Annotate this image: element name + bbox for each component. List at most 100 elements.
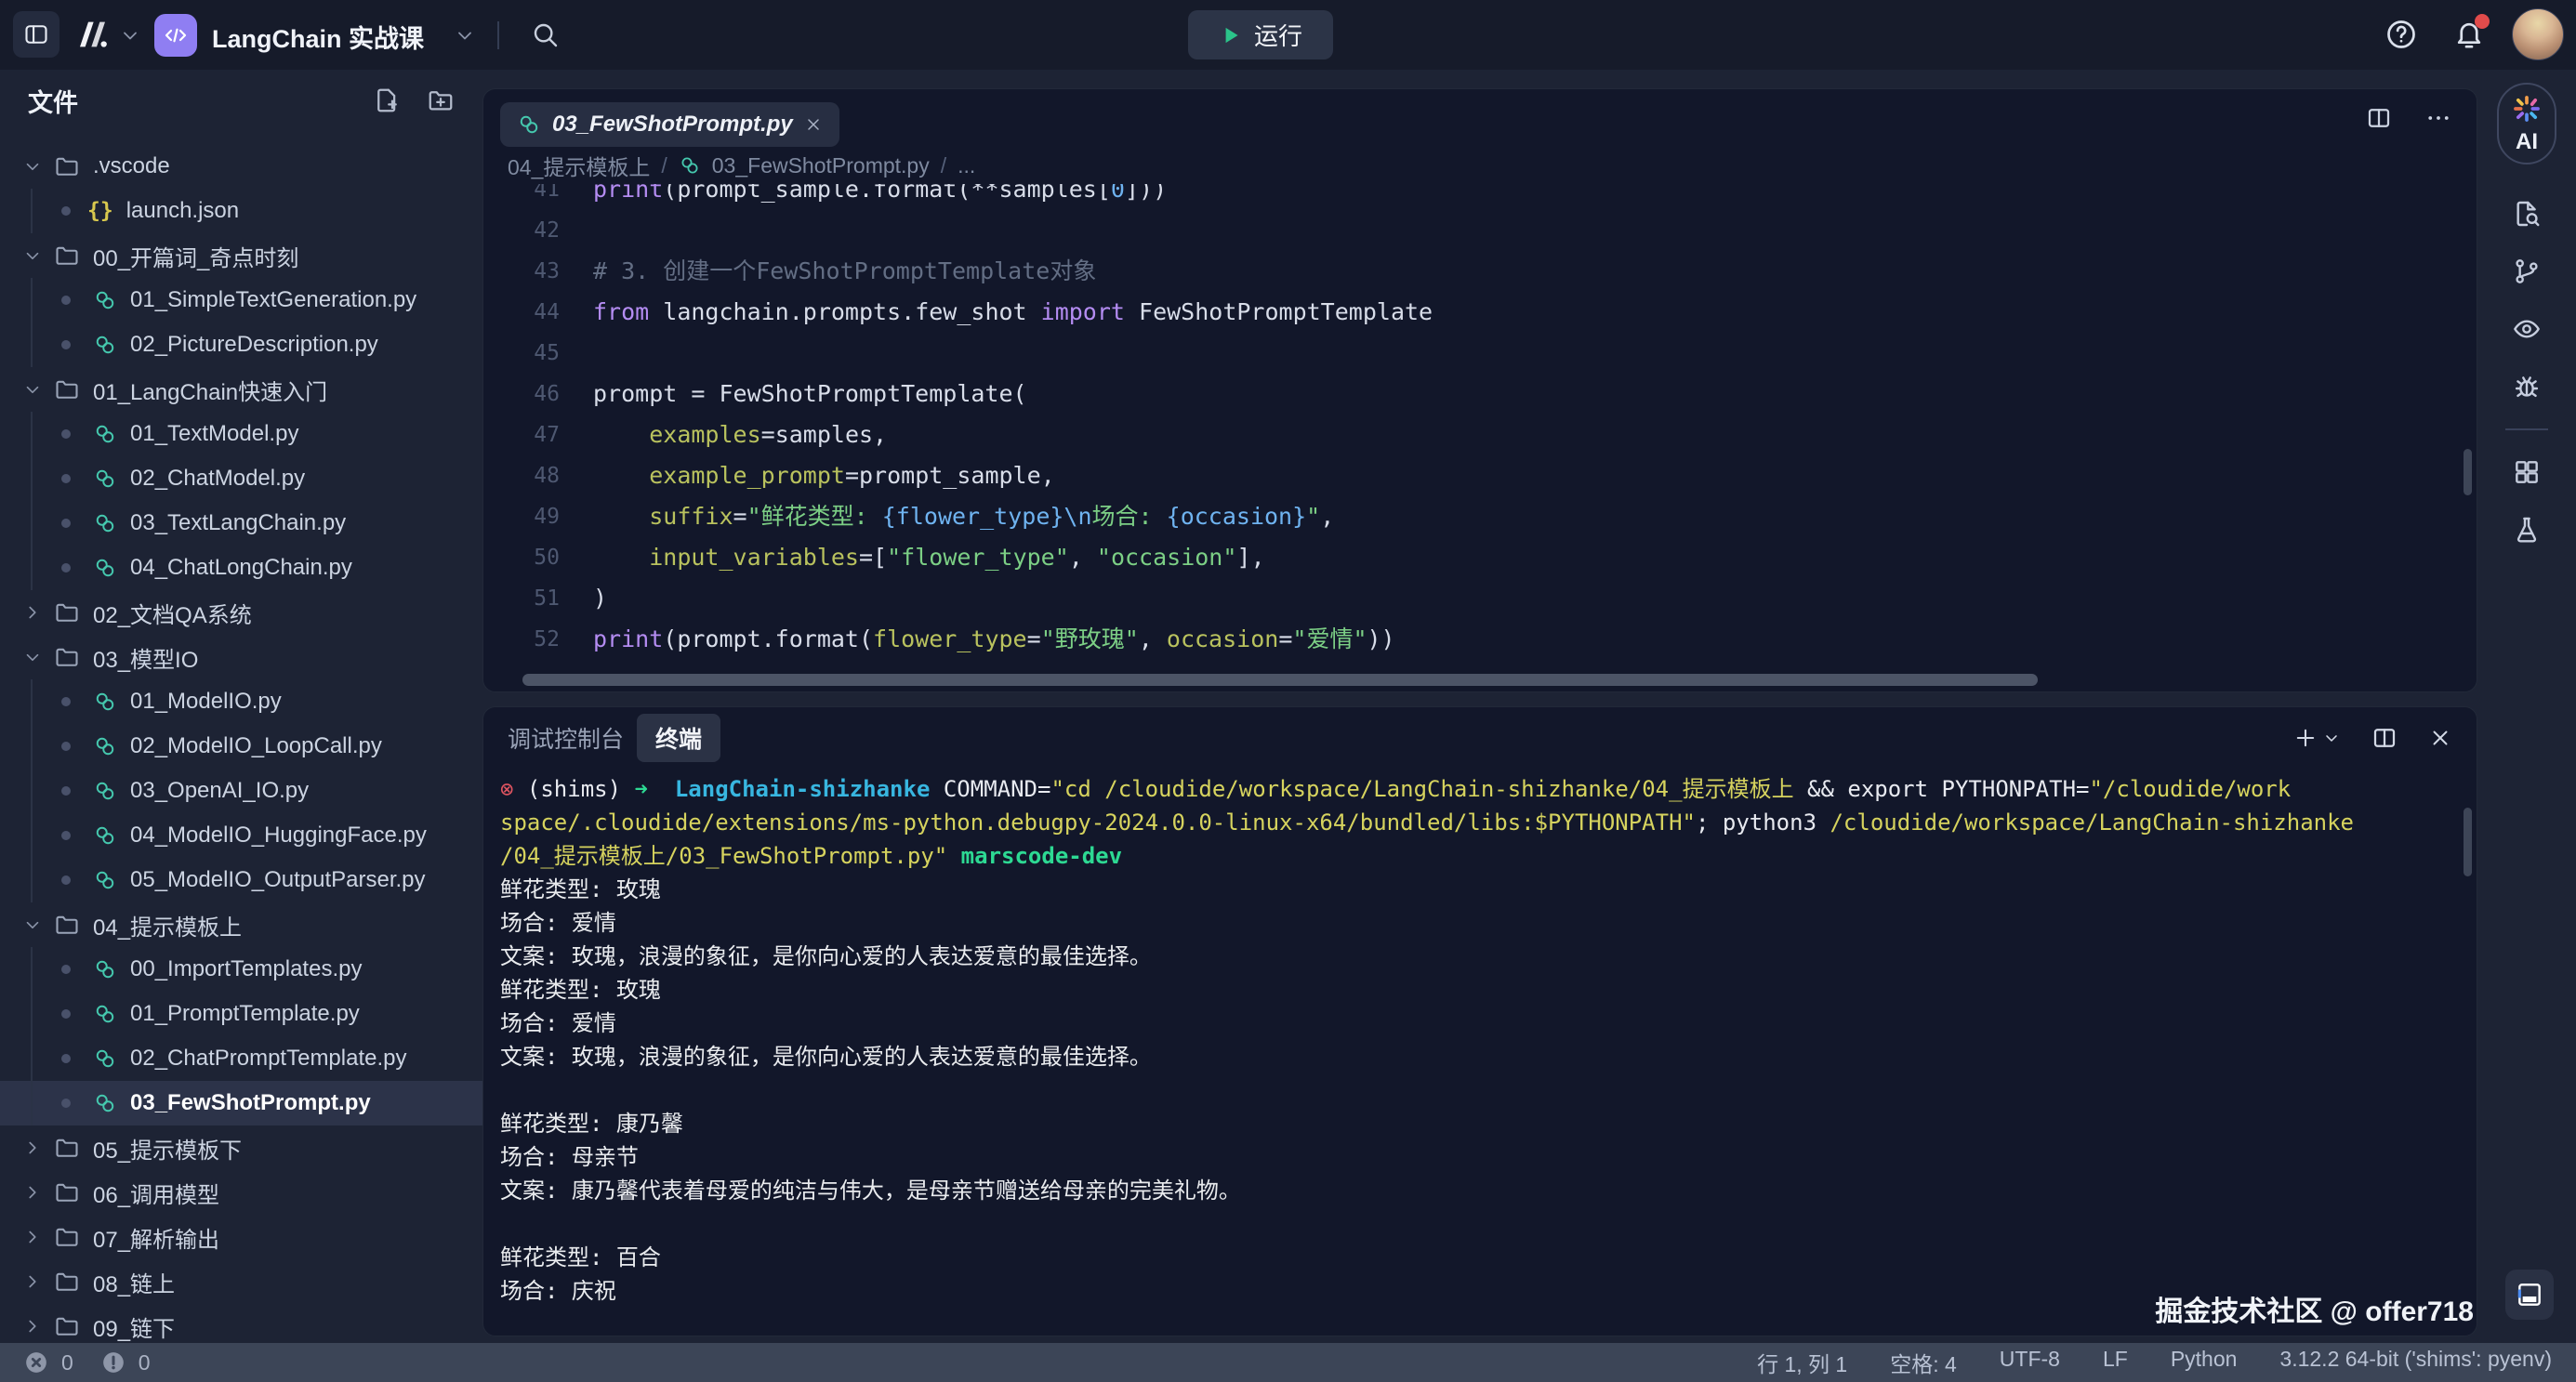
close-panel-icon[interactable] — [2428, 726, 2452, 750]
status-item[interactable]: Python — [2171, 1347, 2238, 1378]
breadcrumb-item[interactable]: ... — [958, 153, 975, 178]
code-line[interactable]: 51) — [483, 578, 2477, 619]
code-token: =samples, — [761, 415, 887, 455]
warnings-count[interactable]: 0 — [139, 1350, 151, 1375]
tree-file-row[interactable]: 03_OpenAI_IO.py — [0, 769, 482, 813]
code-line[interactable]: 48 example_prompt=prompt_sample, — [483, 455, 2477, 496]
terminal-vertical-scrollbar[interactable] — [2464, 808, 2472, 876]
logo-chevron-down-icon[interactable] — [119, 24, 141, 46]
split-terminal-icon[interactable] — [2371, 724, 2398, 752]
terminal-dropdown-chevron-icon[interactable] — [2322, 729, 2341, 747]
help-icon[interactable] — [2384, 18, 2418, 51]
status-item[interactable]: 空格: 4 — [1890, 1347, 1957, 1378]
tree-file-row[interactable]: 02_ChatPromptTemplate.py — [0, 1036, 482, 1081]
tree-folder-row[interactable]: 01_LangChain快速入门 — [0, 367, 482, 412]
tree-file-row[interactable]: 02_PictureDescription.py — [0, 322, 482, 367]
more-actions-icon[interactable] — [2424, 104, 2452, 132]
code-line[interactable]: 49 suffix="鲜花类型: {flower_type}\n场合: {occ… — [483, 496, 2477, 537]
tab-debug-console[interactable]: 调试控制台 — [508, 721, 624, 755]
breadcrumb[interactable]: 04_提示模板上/03_FewShotPrompt.py/... — [483, 147, 2477, 184]
terminal-output[interactable]: ⊗ (shims) ➜ LangChain-shizhanke COMMAND=… — [483, 769, 2477, 1308]
new-file-icon[interactable] — [373, 86, 401, 114]
tree-file-row[interactable]: 01_SimpleTextGeneration.py — [0, 278, 482, 322]
tree-folder-row[interactable]: 06_调用模型 — [0, 1170, 482, 1215]
tab-close-icon[interactable] — [804, 115, 823, 134]
tree-folder-row[interactable]: 02_文档QA系统 — [0, 590, 482, 635]
tree-folder-row[interactable]: 09_链下 — [0, 1304, 482, 1343]
tree-folder-row[interactable]: 03_模型IO — [0, 635, 482, 679]
tree-file-row[interactable]: {}launch.json — [0, 189, 482, 233]
errors-count[interactable]: 0 — [61, 1350, 73, 1375]
file-search-icon[interactable] — [2512, 185, 2542, 243]
status-item[interactable]: LF — [2103, 1347, 2128, 1378]
status-item[interactable]: UTF-8 — [2000, 1347, 2060, 1378]
file-status-dot — [61, 474, 71, 483]
tree-folder-row[interactable]: 00_开篇词_奇点时刻 — [0, 233, 482, 278]
new-folder-icon[interactable] — [427, 86, 455, 114]
status-item[interactable]: 3.12.2 64-bit ('shims': pyenv) — [2279, 1347, 2552, 1378]
code-token: {occasion} — [1167, 496, 1307, 537]
file-label: 02_PictureDescription.py — [130, 332, 378, 358]
code-line[interactable]: 43# 3. 创建一个FewShotPromptTemplate对象 — [483, 251, 2477, 292]
play-icon — [1219, 23, 1243, 47]
editor-tab-active[interactable]: 03_FewShotPrompt.py — [500, 102, 839, 147]
remote-display-button[interactable] — [2505, 1270, 2554, 1320]
breadcrumb-item[interactable]: 04_提示模板上 — [508, 150, 650, 181]
tree-file-row[interactable]: 03_FewShotPrompt.py — [0, 1081, 482, 1125]
tree-file-row[interactable]: 05_ModelIO_OutputParser.py — [0, 858, 482, 902]
errors-icon[interactable] — [24, 1350, 48, 1375]
code-line[interactable]: 42 — [483, 210, 2477, 251]
file-label: 01_ModelIO.py — [130, 689, 282, 715]
flask-icon[interactable] — [2512, 501, 2542, 559]
tree-file-row[interactable]: 01_TextModel.py — [0, 412, 482, 456]
source-control-icon[interactable] — [2512, 243, 2542, 300]
tab-terminal[interactable]: 终端 — [637, 714, 720, 762]
tree-file-row[interactable]: 04_ModelIO_HuggingFace.py — [0, 813, 482, 858]
code-line[interactable]: 46prompt = FewShotPromptTemplate( — [483, 374, 2477, 415]
terminal-token: 鲜花类型: 玫瑰 — [500, 876, 661, 902]
project-chevron-down-icon[interactable] — [454, 24, 476, 46]
tree-file-row[interactable]: 00_ImportTemplates.py — [0, 947, 482, 992]
user-avatar[interactable] — [2512, 8, 2564, 60]
marscode-logo[interactable] — [73, 15, 112, 54]
file-label: 03_FewShotPrompt.py — [130, 1090, 371, 1116]
code-area[interactable]: 41print(prompt_sample.format(**samples[0… — [483, 184, 2477, 691]
tree-file-row[interactable]: 03_TextLangChain.py — [0, 501, 482, 546]
tree-file-row[interactable]: 02_ModelIO_LoopCall.py — [0, 724, 482, 769]
tree-file-row[interactable]: 02_ChatModel.py — [0, 456, 482, 501]
tree-folder-row[interactable]: 08_链上 — [0, 1259, 482, 1304]
code-line[interactable]: 41print(prompt_sample.format(**samples[0… — [483, 184, 2477, 210]
notifications-bell-icon[interactable] — [2452, 18, 2486, 51]
tree-file-row[interactable]: 01_PromptTemplate.py — [0, 992, 482, 1036]
code-line[interactable]: 52print(prompt.format(flower_type="野玫瑰",… — [483, 619, 2477, 660]
warnings-icon[interactable] — [101, 1350, 125, 1375]
code-token — [593, 496, 649, 537]
breadcrumb-item[interactable]: 03_FewShotPrompt.py — [712, 153, 930, 178]
tree-folder-row[interactable]: 04_提示模板上 — [0, 902, 482, 947]
tree-folder-row[interactable]: 07_解析输出 — [0, 1215, 482, 1259]
sidebar-toggle-button[interactable] — [13, 11, 59, 58]
new-terminal-icon[interactable] — [2292, 725, 2318, 751]
eye-icon[interactable] — [2512, 300, 2542, 358]
editor-vertical-scrollbar[interactable] — [2464, 449, 2472, 495]
extensions-icon[interactable] — [2512, 443, 2542, 501]
code-line[interactable]: 47 examples=samples, — [483, 415, 2477, 455]
ai-assistant-button[interactable]: AI — [2497, 83, 2556, 165]
tree-file-row[interactable]: 01_ModelIO.py — [0, 679, 482, 724]
ai-label: AI — [2516, 129, 2538, 155]
run-button[interactable]: 运行 — [1188, 10, 1333, 59]
folder-label: 04_提示模板上 — [93, 909, 242, 941]
project-name[interactable]: LangChain 实战课 — [212, 19, 424, 55]
tree-folder-row[interactable]: 05_提示模板下 — [0, 1125, 482, 1170]
tree-folder-row[interactable]: .vscode — [0, 144, 482, 189]
status-item[interactable]: 行 1, 列 1 — [1757, 1347, 1847, 1378]
code-line[interactable]: 50 input_variables=["flower_type", "occa… — [483, 537, 2477, 578]
tree-file-row[interactable]: 04_ChatLongChain.py — [0, 546, 482, 590]
code-line[interactable]: 44from langchain.prompts.few_shot import… — [483, 292, 2477, 333]
split-editor-icon[interactable] — [2365, 104, 2393, 132]
bug-icon[interactable] — [2512, 358, 2542, 415]
search-icon[interactable] — [530, 20, 560, 49]
python-file-icon — [93, 333, 117, 357]
code-line[interactable]: 45 — [483, 333, 2477, 374]
horizontal-scrollbar[interactable] — [522, 674, 2038, 686]
